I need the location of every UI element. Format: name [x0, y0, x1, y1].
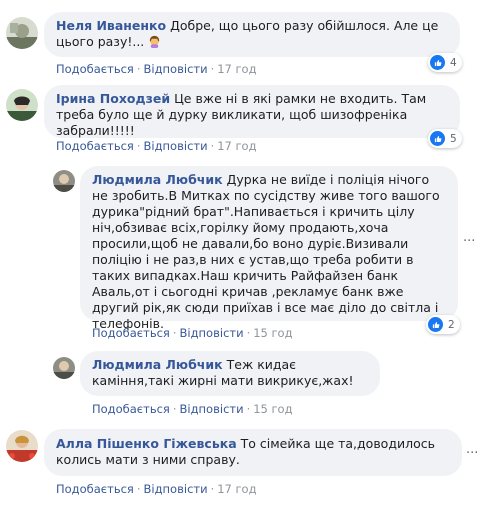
- thumbs-up-icon: [428, 317, 443, 332]
- comment-bubble: Людмила Любчик Теж кидає каміння,такі жир…: [80, 351, 380, 396]
- like-link[interactable]: Подобається: [56, 62, 134, 76]
- like-link[interactable]: Подобається: [56, 482, 134, 496]
- more-options-icon[interactable]: ···: [466, 446, 478, 461]
- avatar[interactable]: [6, 17, 38, 49]
- comment-time[interactable]: 17 год: [217, 482, 256, 496]
- comment-author[interactable]: Людмила Любчик: [92, 172, 223, 187]
- avatar[interactable]: [53, 170, 75, 192]
- reply-link[interactable]: Відповісти: [144, 62, 208, 76]
- avatar[interactable]: [53, 357, 75, 379]
- like-link[interactable]: Подобається: [92, 402, 170, 416]
- comment-2: Ірина Походзей Це вже ні в які рамки не в…: [0, 80, 495, 160]
- reply-link[interactable]: Відповісти: [144, 482, 208, 496]
- reaction-count[interactable]: 2: [426, 315, 460, 334]
- reaction-count[interactable]: 4: [428, 53, 462, 72]
- comment-time[interactable]: 17 год: [217, 62, 256, 76]
- comment-actions: Подобається · Відповісти · 17 год: [56, 62, 257, 76]
- comment-actions: Подобається · Відповісти · 15 год: [92, 402, 293, 416]
- reply-link[interactable]: Відповісти: [180, 402, 244, 416]
- comment-time[interactable]: 15 год: [253, 326, 292, 340]
- comment-time[interactable]: 15 год: [253, 402, 292, 416]
- comment-author[interactable]: Ірина Походзей: [56, 91, 170, 106]
- like-link[interactable]: Подобається: [92, 326, 170, 340]
- comment-actions: Подобається · Відповісти · 17 год: [56, 139, 257, 153]
- comment-time[interactable]: 17 год: [217, 139, 256, 153]
- reply-2: Людмила Любчик Теж кидає каміння,такі жир…: [0, 345, 495, 425]
- comment-actions: Подобається · Відповісти · 17 год: [56, 482, 257, 496]
- comment-1: Неля Иваненко Добре, що цього разу обійшл…: [0, 0, 495, 80]
- comment-author[interactable]: Неля Иваненко: [56, 18, 166, 33]
- thumbs-up-icon: [430, 55, 445, 70]
- thumbs-up-icon: [430, 131, 445, 146]
- reply-link[interactable]: Відповісти: [180, 326, 244, 340]
- comment-author[interactable]: Людмила Любчик: [92, 357, 223, 372]
- reply-1: Людмила Любчик Дурка не виїде і поліція н…: [0, 160, 495, 345]
- like-link[interactable]: Подобається: [56, 139, 134, 153]
- comment-bubble: Ірина Походзей Це вже ні в які рамки не в…: [44, 85, 460, 138]
- avatar[interactable]: [6, 89, 38, 121]
- avatar[interactable]: [6, 430, 38, 462]
- comment-3: Алла Пішенко Гіжевська То сімейка ще та,д…: [0, 425, 495, 505]
- reaction-count[interactable]: 5: [428, 129, 462, 148]
- comment-bubble: Неля Иваненко Добре, що цього разу обійшл…: [44, 12, 460, 57]
- comment-author[interactable]: Алла Пішенко Гіжевська: [56, 436, 237, 451]
- comment-bubble: Людмила Любчик Дурка не виїде і поліція н…: [80, 166, 458, 331]
- more-options-icon[interactable]: ···: [463, 234, 475, 249]
- comment-text: Дурка не виїде і поліція нічого не зроби…: [92, 172, 440, 331]
- comment-actions: Подобається · Відповісти · 15 год: [92, 326, 293, 340]
- woman-gesturing-emoji: [150, 35, 160, 48]
- reply-link[interactable]: Відповісти: [144, 139, 208, 153]
- comment-bubble: Алла Пішенко Гіжевська То сімейка ще та,д…: [44, 429, 462, 476]
